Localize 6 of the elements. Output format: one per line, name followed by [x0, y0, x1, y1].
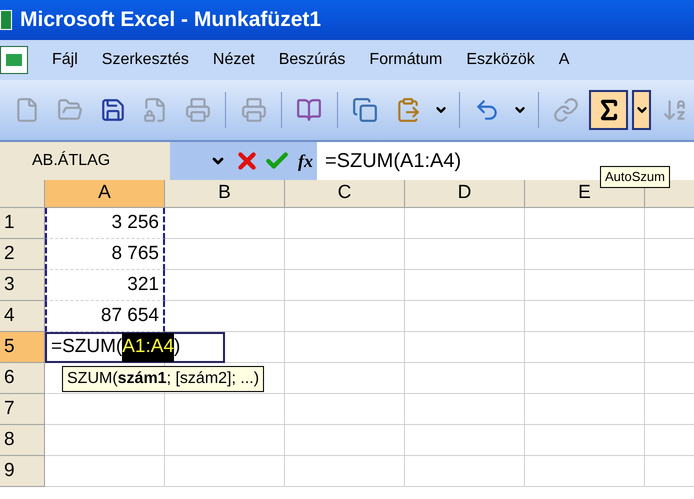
cell-formula: ): [174, 335, 180, 360]
autosum-tooltip: AutoSzum: [600, 166, 670, 188]
cell-formula: =SZUM(: [51, 335, 122, 360]
window-title: Microsoft Excel - Munkafüzet1: [20, 7, 322, 34]
function-hint-tooltip: SZUM(szám1; [szám2]; ...): [62, 366, 264, 392]
range-reference: A1:A4: [122, 333, 174, 362]
